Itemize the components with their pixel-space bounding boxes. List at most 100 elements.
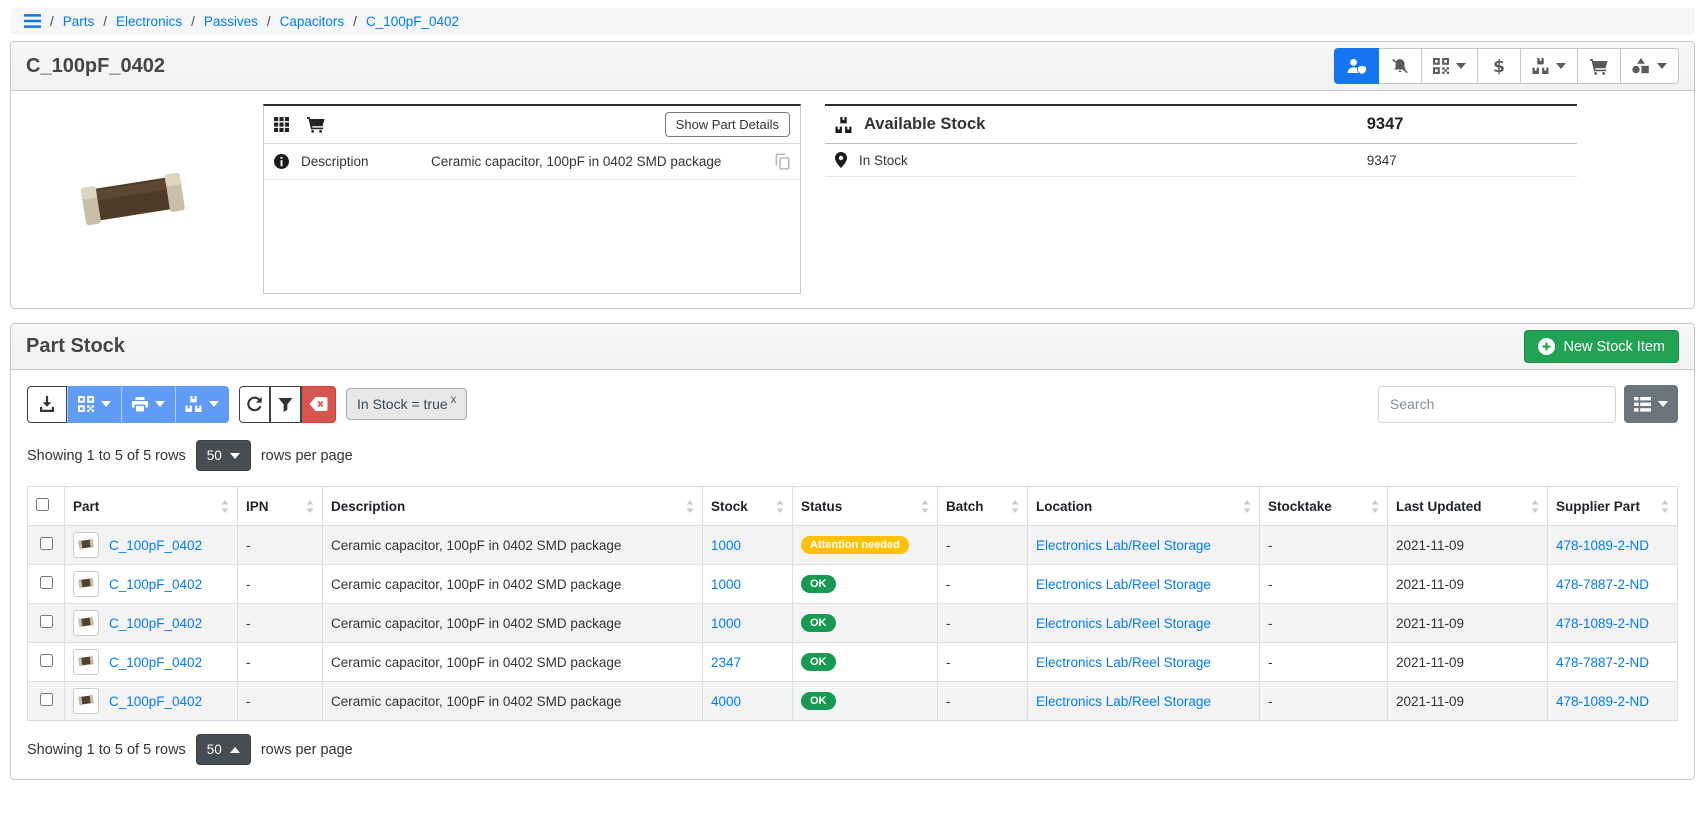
boxes-icon xyxy=(185,396,202,412)
status-badge: OK xyxy=(801,614,836,632)
stock-link[interactable]: 4000 xyxy=(711,694,741,709)
subscribe-button[interactable] xyxy=(1334,48,1379,84)
copy-icon[interactable] xyxy=(775,153,790,170)
stock-link[interactable]: 1000 xyxy=(711,538,741,553)
column-header-description[interactable]: Description xyxy=(323,487,703,526)
capacitor-thumb-icon xyxy=(77,538,95,553)
stock-link[interactable]: 1000 xyxy=(711,616,741,631)
part-link[interactable]: C_100pF_0402 xyxy=(109,577,202,592)
row-checkbox[interactable] xyxy=(40,654,53,667)
column-header-ipn[interactable]: IPN xyxy=(238,487,323,526)
location-link[interactable]: Electronics Lab/Reel Storage xyxy=(1036,577,1211,592)
column-header-supplier-part[interactable]: Supplier Part xyxy=(1548,487,1678,526)
bell-slash-icon xyxy=(1391,58,1409,74)
menu-icon[interactable] xyxy=(24,14,41,29)
column-header-stock[interactable]: Stock xyxy=(703,487,793,526)
part-link[interactable]: C_100pF_0402 xyxy=(109,538,202,553)
sort-icon[interactable] xyxy=(686,500,694,513)
notifications-off-button[interactable] xyxy=(1379,48,1422,84)
sort-icon[interactable] xyxy=(1011,500,1019,513)
page-size-dropdown[interactable]: 50 xyxy=(196,440,251,471)
sort-icon[interactable] xyxy=(306,500,314,513)
location-link[interactable]: Electronics Lab/Reel Storage xyxy=(1036,538,1211,553)
part-link[interactable]: C_100pF_0402 xyxy=(109,694,202,709)
breadcrumb-link[interactable]: Passives xyxy=(204,14,258,29)
stock-options-button[interactable] xyxy=(175,386,229,423)
last-updated-cell: 2021-11-09 xyxy=(1388,604,1548,643)
breadcrumb-separator: / xyxy=(50,14,54,29)
breadcrumb-link[interactable]: Parts xyxy=(63,14,95,29)
batch-cell: - xyxy=(938,604,1028,643)
supplier-part-link[interactable]: 478-1089-2-ND xyxy=(1556,616,1649,631)
breadcrumb-link[interactable]: C_100pF_0402 xyxy=(366,14,459,29)
column-header-location[interactable]: Location xyxy=(1028,487,1260,526)
row-checkbox[interactable] xyxy=(40,537,53,550)
page: /Parts/Electronics/Passives/Capacitors/C… xyxy=(0,0,1705,819)
supplier-part-link[interactable]: 478-1089-2-ND xyxy=(1556,694,1649,709)
part-image[interactable] xyxy=(27,104,239,295)
order-button[interactable] xyxy=(1578,48,1621,84)
stock-link[interactable]: 2347 xyxy=(711,655,741,670)
available-stock-total: 9347 xyxy=(1367,115,1404,134)
filter-button[interactable] xyxy=(270,386,301,423)
table-filter-buttons xyxy=(239,386,336,423)
stock-table: PartIPNDescriptionStockStatusBatchLocati… xyxy=(27,486,1678,721)
sort-icon[interactable] xyxy=(1243,500,1251,513)
location-link[interactable]: Electronics Lab/Reel Storage xyxy=(1036,694,1211,709)
grid-icon[interactable] xyxy=(274,117,289,132)
breadcrumb-items: /Parts/Electronics/Passives/Capacitors/C… xyxy=(50,14,459,29)
pricing-button[interactable]: $ xyxy=(1478,48,1521,84)
barcode-print-button[interactable] xyxy=(67,386,121,423)
batch-cell: - xyxy=(938,682,1028,721)
breadcrumb-link[interactable]: Electronics xyxy=(116,14,182,29)
status-badge: OK xyxy=(801,575,836,593)
cart-icon[interactable] xyxy=(307,116,325,133)
stock-actions-button[interactable] xyxy=(1521,48,1578,84)
part-actions-button[interactable] xyxy=(1621,48,1679,84)
export-button[interactable] xyxy=(27,386,67,423)
location-link[interactable]: Electronics Lab/Reel Storage xyxy=(1036,655,1211,670)
reload-table-button[interactable] xyxy=(239,386,270,423)
sort-icon[interactable] xyxy=(1371,500,1379,513)
description-cell: Ceramic capacitor, 100pF in 0402 SMD pac… xyxy=(323,682,703,721)
status-badge: Attention needed xyxy=(801,536,909,554)
sort-icon[interactable] xyxy=(1531,500,1539,513)
row-checkbox[interactable] xyxy=(40,576,53,589)
select-all-checkbox[interactable] xyxy=(36,498,49,511)
new-stock-item-button[interactable]: New Stock Item xyxy=(1524,330,1679,363)
part-link[interactable]: C_100pF_0402 xyxy=(109,616,202,631)
column-header-batch[interactable]: Batch xyxy=(938,487,1028,526)
column-header-last-updated[interactable]: Last Updated xyxy=(1388,487,1548,526)
column-header-part[interactable]: Part xyxy=(65,487,238,526)
column-header-status[interactable]: Status xyxy=(793,487,938,526)
supplier-part-link[interactable]: 478-7887-2-ND xyxy=(1556,655,1649,670)
sort-icon[interactable] xyxy=(1661,500,1669,513)
stock-link[interactable]: 1000 xyxy=(711,577,741,592)
location-link[interactable]: Electronics Lab/Reel Storage xyxy=(1036,616,1211,631)
supplier-part-link[interactable]: 478-1089-2-ND xyxy=(1556,538,1649,553)
column-header-stocktake[interactable]: Stocktake xyxy=(1260,487,1388,526)
search-input[interactable] xyxy=(1378,386,1616,423)
select-all-checkbox-header[interactable] xyxy=(28,487,65,526)
part-link[interactable]: C_100pF_0402 xyxy=(109,655,202,670)
sort-icon[interactable] xyxy=(776,500,784,513)
row-checkbox[interactable] xyxy=(40,693,53,706)
supplier-part-link[interactable]: 478-7887-2-ND xyxy=(1556,577,1649,592)
description-row: Description Ceramic capacitor, 100pF in … xyxy=(264,144,800,180)
filter-chip[interactable]: In Stock = true x xyxy=(346,388,467,420)
part-thumbnail xyxy=(73,688,99,714)
sort-icon[interactable] xyxy=(221,500,229,513)
show-part-details-button[interactable]: Show Part Details xyxy=(665,112,790,137)
breadcrumb-link[interactable]: Capacitors xyxy=(280,14,345,29)
remove-filter-chip[interactable]: x xyxy=(451,394,457,406)
row-checkbox[interactable] xyxy=(40,615,53,628)
stocktake-cell: - xyxy=(1260,604,1388,643)
page-size-dropdown[interactable]: 50 xyxy=(196,734,251,765)
print-button[interactable] xyxy=(121,386,175,423)
sort-icon[interactable] xyxy=(921,500,929,513)
caret-down-icon xyxy=(1456,63,1466,69)
clear-filters-button[interactable] xyxy=(301,386,336,423)
table-row: C_100pF_0402 - Ceramic capacitor, 100pF … xyxy=(28,643,1678,682)
columns-button[interactable] xyxy=(1624,385,1678,423)
barcode-actions-button[interactable] xyxy=(1422,48,1478,84)
